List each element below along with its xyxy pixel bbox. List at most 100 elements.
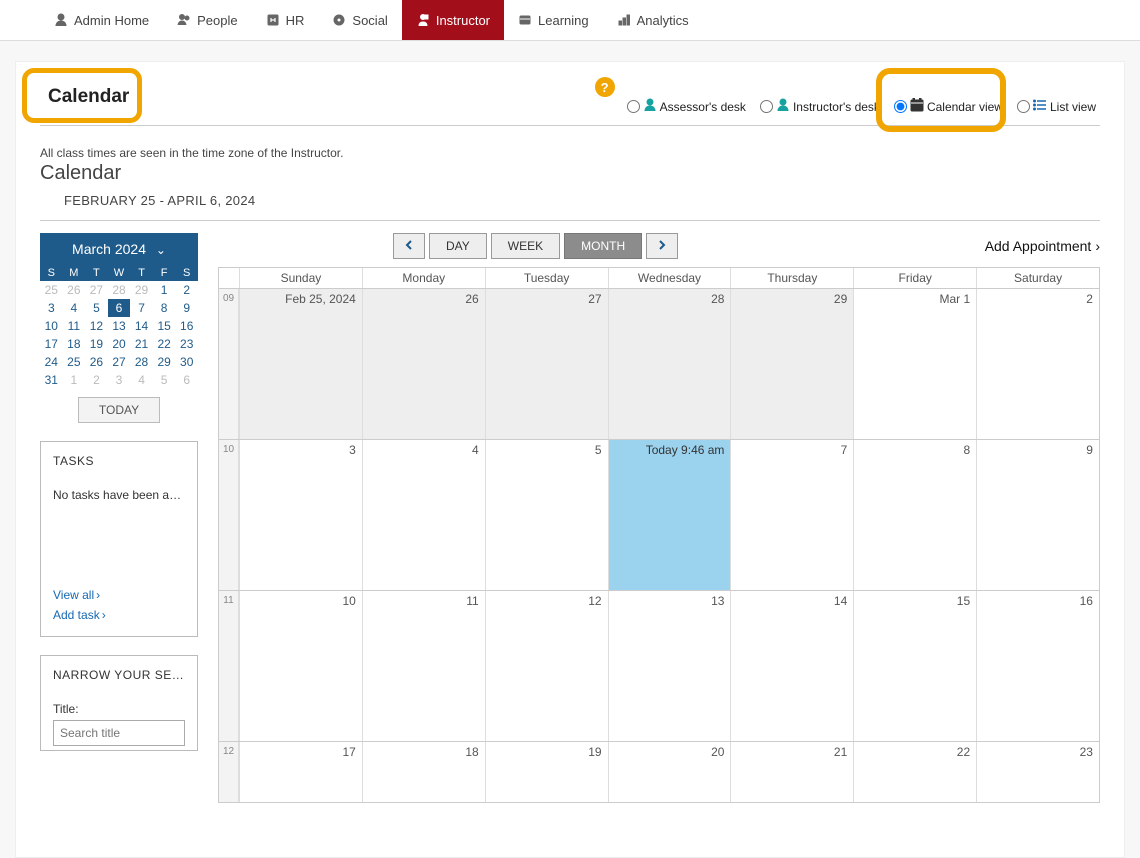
day-cell[interactable]: Feb 25, 2024 <box>239 289 362 439</box>
mini-day[interactable]: 29 <box>153 353 176 371</box>
mini-day[interactable]: 19 <box>85 335 108 353</box>
day-cell[interactable]: 13 <box>608 591 731 741</box>
add-task-link[interactable]: Add task› <box>53 608 106 622</box>
day-cell[interactable]: 9 <box>976 440 1099 590</box>
nav-people[interactable]: People <box>163 0 251 40</box>
mini-day[interactable]: 7 <box>130 299 153 317</box>
day-cell[interactable]: 2 <box>976 289 1099 439</box>
prev-button[interactable] <box>393 233 425 259</box>
day-cell[interactable]: 15 <box>853 591 976 741</box>
mini-month-picker[interactable]: March 2024 ⌄ <box>40 233 198 265</box>
day-cell[interactable]: 12 <box>485 591 608 741</box>
day-cell[interactable]: Today 9:46 am <box>608 440 731 590</box>
mini-day[interactable]: 1 <box>153 281 176 299</box>
day-cell[interactable]: 14 <box>730 591 853 741</box>
day-cell[interactable]: Mar 1 <box>853 289 976 439</box>
day-cell[interactable]: 11 <box>362 591 485 741</box>
day-cell[interactable]: 23 <box>976 742 1099 802</box>
nav-analytics[interactable]: Analytics <box>603 0 703 40</box>
view-radio-assessor[interactable] <box>627 100 640 113</box>
mini-day[interactable]: 28 <box>108 281 131 299</box>
mini-day[interactable]: 28 <box>130 353 153 371</box>
today-button[interactable]: TODAY <box>78 397 160 423</box>
mini-day[interactable]: 15 <box>153 317 176 335</box>
day-cell[interactable]: 22 <box>853 742 976 802</box>
week-number: 12 <box>219 742 239 802</box>
view-assessor[interactable]: Assessor's desk <box>623 96 750 117</box>
day-cell[interactable]: 20 <box>608 742 731 802</box>
mini-day[interactable]: 26 <box>85 353 108 371</box>
mini-day[interactable]: 8 <box>153 299 176 317</box>
mini-day[interactable]: 11 <box>63 317 86 335</box>
day-cell[interactable]: 18 <box>362 742 485 802</box>
mini-day[interactable]: 4 <box>63 299 86 317</box>
mini-day[interactable]: 13 <box>108 317 131 335</box>
view-label: Instructor's desk <box>793 100 880 114</box>
mini-day[interactable]: 21 <box>130 335 153 353</box>
mini-day[interactable]: 26 <box>63 281 86 299</box>
mini-day[interactable]: 27 <box>85 281 108 299</box>
mini-day[interactable]: 1 <box>63 371 86 389</box>
mini-day[interactable]: 27 <box>108 353 131 371</box>
nav-label: Instructor <box>436 13 490 28</box>
week-button[interactable]: WEEK <box>491 233 560 259</box>
day-cell[interactable]: 27 <box>485 289 608 439</box>
mini-day[interactable]: 16 <box>175 317 198 335</box>
day-cell[interactable]: 16 <box>976 591 1099 741</box>
help-icon[interactable]: ? <box>595 77 615 97</box>
mini-day[interactable]: 23 <box>175 335 198 353</box>
day-cell[interactable]: 5 <box>485 440 608 590</box>
mini-day[interactable]: 25 <box>63 353 86 371</box>
mini-day[interactable]: 29 <box>130 281 153 299</box>
view-list[interactable]: List view <box>1013 96 1100 117</box>
mini-day[interactable]: 2 <box>85 371 108 389</box>
mini-day[interactable]: 3 <box>40 299 63 317</box>
view-radio-list[interactable] <box>1017 100 1030 113</box>
day-cell[interactable]: 17 <box>239 742 362 802</box>
nav-hr[interactable]: HR <box>252 0 319 40</box>
day-cell[interactable]: 10 <box>239 591 362 741</box>
mini-day[interactable]: 4 <box>130 371 153 389</box>
day-cell[interactable]: 28 <box>608 289 731 439</box>
mini-day[interactable]: 6 <box>108 299 131 317</box>
mini-day[interactable]: 31 <box>40 371 63 389</box>
mini-day[interactable]: 3 <box>108 371 131 389</box>
day-cell[interactable]: 8 <box>853 440 976 590</box>
mini-day[interactable]: 25 <box>40 281 63 299</box>
day-cell[interactable]: 21 <box>730 742 853 802</box>
mini-day[interactable]: 6 <box>175 371 198 389</box>
add-appointment-link[interactable]: Add Appointment › <box>985 238 1100 254</box>
mini-day[interactable]: 20 <box>108 335 131 353</box>
day-cell[interactable]: 7 <box>730 440 853 590</box>
mini-day[interactable]: 18 <box>63 335 86 353</box>
mini-day[interactable]: 30 <box>175 353 198 371</box>
search-title-input[interactable] <box>53 720 185 746</box>
next-button[interactable] <box>646 233 678 259</box>
nav-instructor[interactable]: Instructor <box>402 0 504 40</box>
day-cell[interactable]: 3 <box>239 440 362 590</box>
nav-social[interactable]: Social <box>318 0 401 40</box>
view-calendar[interactable]: Calendar view <box>890 96 1007 117</box>
day-cell[interactable]: 4 <box>362 440 485 590</box>
view-radio-calendar[interactable] <box>894 100 907 113</box>
view-instructor[interactable]: Instructor's desk <box>756 96 884 117</box>
day-cell[interactable]: 26 <box>362 289 485 439</box>
day-button[interactable]: DAY <box>429 233 487 259</box>
view-all-link[interactable]: View all› <box>53 588 100 602</box>
nav-learning[interactable]: Learning <box>504 0 603 40</box>
month-button[interactable]: MONTH <box>564 233 642 259</box>
mini-day[interactable]: 12 <box>85 317 108 335</box>
view-radio-instructor[interactable] <box>760 100 773 113</box>
mini-day[interactable]: 22 <box>153 335 176 353</box>
nav-admin-home[interactable]: Admin Home <box>40 0 163 40</box>
day-cell[interactable]: 29 <box>730 289 853 439</box>
mini-day[interactable]: 5 <box>85 299 108 317</box>
mini-day[interactable]: 14 <box>130 317 153 335</box>
mini-day[interactable]: 2 <box>175 281 198 299</box>
day-cell[interactable]: 19 <box>485 742 608 802</box>
mini-day[interactable]: 17 <box>40 335 63 353</box>
mini-day[interactable]: 9 <box>175 299 198 317</box>
mini-day[interactable]: 10 <box>40 317 63 335</box>
mini-day[interactable]: 24 <box>40 353 63 371</box>
mini-day[interactable]: 5 <box>153 371 176 389</box>
